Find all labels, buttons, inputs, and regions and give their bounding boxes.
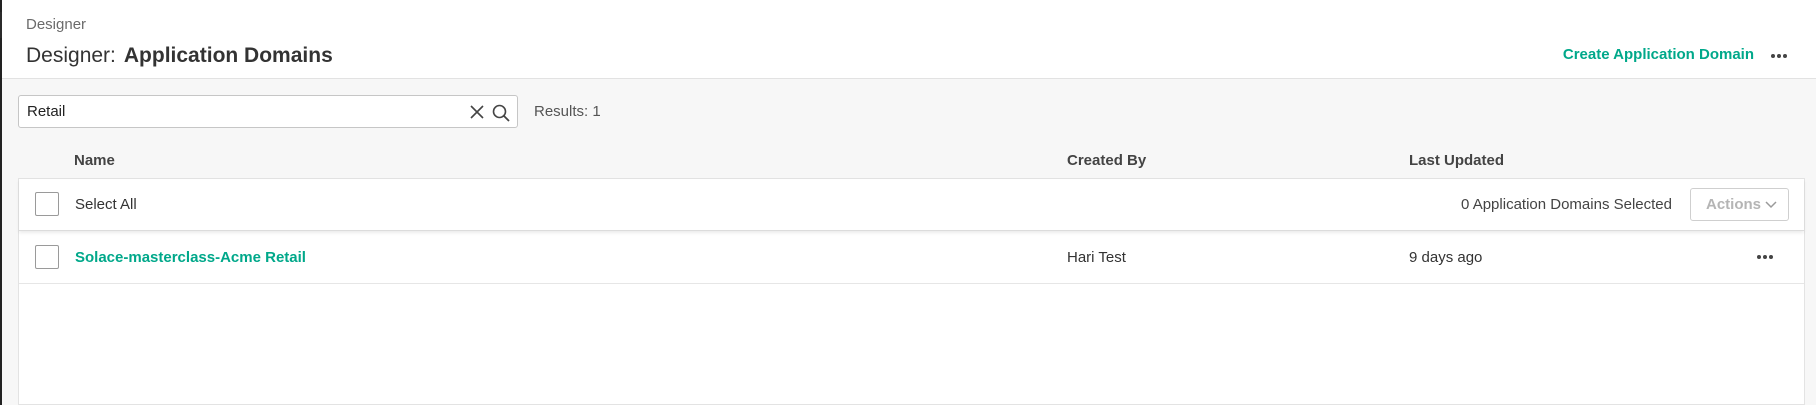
search-box [18, 95, 518, 128]
domains-table: Select All 0 Application Domains Selecte… [18, 178, 1805, 405]
domain-name-link[interactable]: Solace-masterclass-Acme Retail [75, 249, 306, 266]
row-more-options-button[interactable] [1750, 245, 1780, 269]
created-by-cell: Hari Test [1067, 249, 1126, 266]
page-title-prefix: Designer: [26, 44, 116, 67]
select-all-label: Select All [75, 196, 137, 213]
page-title: Designer: Application Domains [26, 44, 333, 68]
page-header: Designer Designer: Application Domains C… [2, 0, 1816, 79]
search-icon [492, 104, 510, 122]
page-title-text: Application Domains [123, 44, 333, 67]
last-updated-cell: 9 days ago [1409, 249, 1483, 266]
table-row[interactable]: Solace-masterclass-Acme Retail Hari Test… [19, 231, 1804, 284]
more-horizontal-icon [1771, 54, 1787, 58]
breadcrumb[interactable]: Designer [26, 16, 86, 33]
results-count: Results: 1 [534, 103, 601, 120]
select-all-checkbox[interactable] [35, 192, 59, 216]
close-icon [470, 105, 484, 119]
select-all-row: Select All 0 Application Domains Selecte… [19, 179, 1804, 231]
selected-count: 0 Application Domains Selected [1461, 196, 1672, 213]
actions-label: Actions [1706, 196, 1762, 213]
search-button[interactable] [491, 103, 511, 123]
create-application-domain-button[interactable]: Create Application Domain [1563, 46, 1754, 63]
column-header-created-by[interactable]: Created By [1067, 152, 1146, 169]
clear-search-button[interactable] [467, 102, 487, 122]
actions-dropdown[interactable]: Actions [1690, 188, 1789, 221]
column-header-name[interactable]: Name [74, 152, 115, 169]
search-input[interactable] [19, 96, 459, 127]
column-header-last-updated[interactable]: Last Updated [1409, 152, 1504, 169]
more-options-button[interactable] [1764, 44, 1794, 68]
row-checkbox[interactable] [35, 245, 59, 269]
more-horizontal-icon [1757, 255, 1773, 259]
chevron-down-icon [1765, 201, 1777, 209]
